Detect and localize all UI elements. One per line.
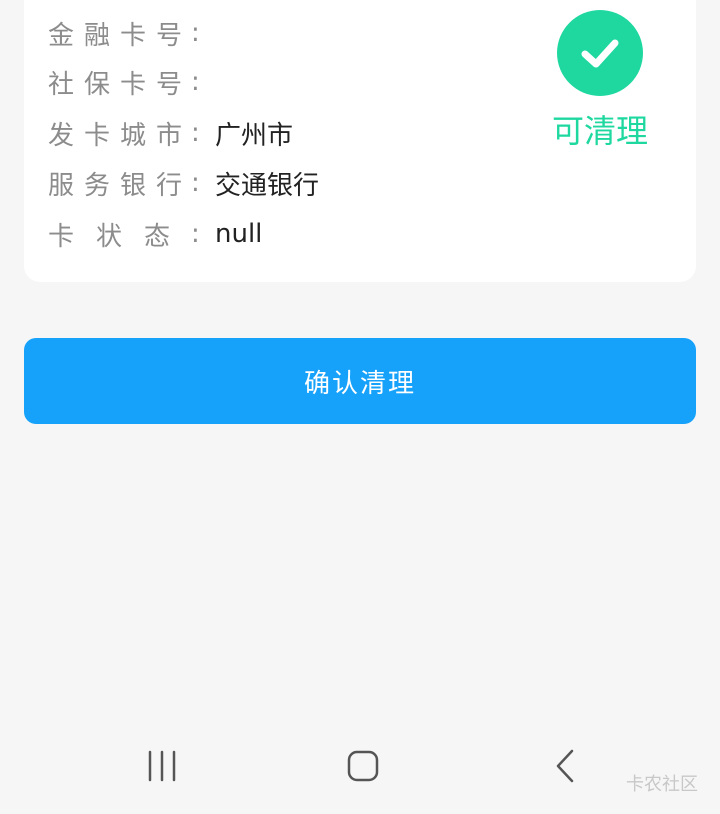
card-info-panel: 金融卡号 : 社保卡号 : 发卡城市 : 广州市 服务银行 : 交通银行 卡状态… bbox=[24, 0, 696, 282]
financial-card-colon: : bbox=[191, 18, 200, 48]
issuing-city-colon: : bbox=[191, 118, 200, 148]
system-nav-bar bbox=[0, 730, 720, 814]
check-icon bbox=[557, 10, 643, 96]
info-row-financial-card: 金融卡号 : bbox=[48, 13, 215, 53]
card-status-colon: : bbox=[191, 219, 200, 249]
confirm-clear-button[interactable]: 确认清理 bbox=[24, 338, 696, 424]
info-row-service-bank: 服务银行 : 交通银行 bbox=[48, 163, 319, 203]
info-row-card-status: 卡状态 : null bbox=[48, 214, 262, 254]
back-icon bbox=[553, 748, 577, 788]
status-indicator: 可清理 bbox=[552, 10, 648, 150]
home-button[interactable] bbox=[333, 742, 393, 794]
info-row-social-card: 社保卡号 : bbox=[48, 62, 215, 102]
status-text: 可清理 bbox=[551, 112, 648, 150]
info-row-issuing-city: 发卡城市 : 广州市 bbox=[48, 113, 293, 153]
financial-card-label: 金融卡号 bbox=[48, 20, 193, 51]
issuing-city-label: 发卡城市 bbox=[48, 120, 193, 151]
card-status-label: 卡状态 bbox=[48, 221, 193, 252]
watermark: 卡农社区 bbox=[626, 774, 698, 795]
social-card-colon: : bbox=[191, 67, 200, 97]
recent-apps-icon bbox=[144, 749, 180, 787]
social-card-label: 社保卡号 bbox=[48, 69, 193, 100]
back-button[interactable] bbox=[535, 742, 595, 794]
recent-apps-button[interactable] bbox=[132, 742, 192, 794]
home-icon bbox=[346, 749, 380, 787]
service-bank-label: 服务银行 bbox=[48, 170, 193, 201]
service-bank-value: 交通银行 bbox=[215, 170, 320, 201]
service-bank-colon: : bbox=[191, 168, 200, 198]
issuing-city-value: 广州市 bbox=[215, 120, 294, 151]
card-status-value: null bbox=[215, 219, 263, 249]
